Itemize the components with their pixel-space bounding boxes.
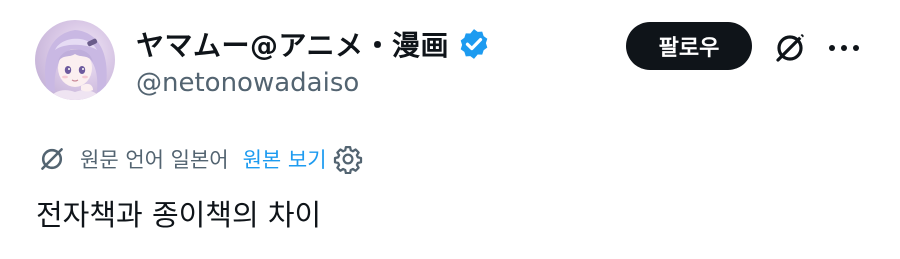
grok-button[interactable]: [770, 28, 810, 68]
show-original-link[interactable]: 원본 보기: [243, 144, 327, 174]
grok-icon: [776, 33, 805, 62]
author-name-row[interactable]: ヤマムー@アニメ・漫画: [136, 24, 491, 64]
avatar[interactable]: [35, 20, 115, 100]
more-options-button[interactable]: [826, 34, 862, 62]
translation-source-note: 원문 언어 일본어: [80, 148, 229, 172]
verified-badge-icon: [460, 29, 488, 59]
author-display-name[interactable]: ヤマムー@アニメ・漫画: [136, 24, 449, 64]
follow-button[interactable]: 팔로우: [626, 22, 752, 70]
gear-icon[interactable]: [333, 144, 363, 174]
anime-girl-avatar-icon: [45, 30, 107, 100]
translation-bar: 원문 언어 일본어 원본 보기: [36, 142, 363, 176]
tweet-text: 전자책과 종이책의 차이: [36, 198, 322, 232]
grok-translate-icon: [41, 148, 63, 170]
more-icon: [829, 45, 859, 51]
tweet-card: ヤマムー@アニメ・漫画 @netonowadaiso 팔로우 원문 언어 일본어…: [0, 0, 900, 259]
author-handle[interactable]: @netonowadaiso: [136, 68, 359, 98]
